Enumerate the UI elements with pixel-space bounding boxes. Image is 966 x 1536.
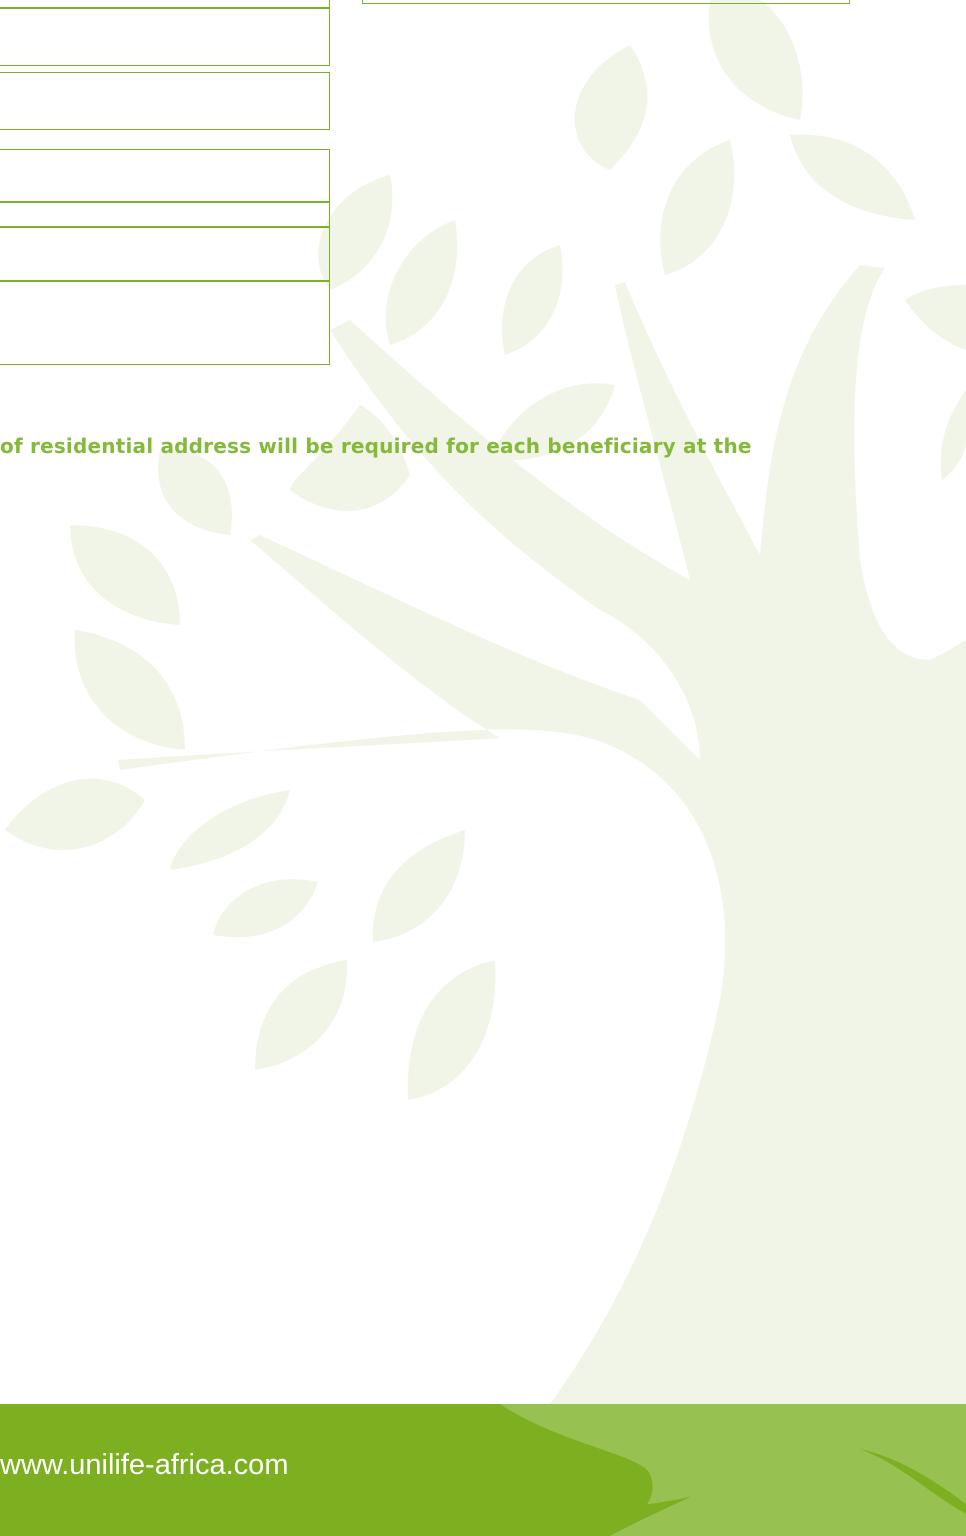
leaf bbox=[407, 960, 496, 1100]
leaf bbox=[708, 0, 803, 120]
form-field[interactable] bbox=[0, 0, 330, 8]
leaf bbox=[905, 285, 966, 350]
leaf bbox=[574, 45, 648, 170]
leaf bbox=[158, 449, 232, 535]
form-field[interactable] bbox=[0, 201, 330, 228]
leaf bbox=[74, 630, 185, 750]
form-field[interactable] bbox=[0, 72, 330, 130]
leaf bbox=[255, 960, 348, 1070]
leaf bbox=[213, 879, 318, 938]
leaf bbox=[502, 245, 563, 355]
leaf bbox=[5, 778, 145, 851]
website-url[interactable]: www.unilife-africa.com bbox=[0, 1449, 288, 1482]
leaf bbox=[385, 220, 458, 345]
form-field[interactable] bbox=[0, 280, 330, 365]
leaf bbox=[70, 525, 180, 625]
leaf bbox=[660, 140, 735, 275]
leaf bbox=[170, 790, 290, 870]
footer-bar: www.unilife-africa.com bbox=[0, 1404, 966, 1536]
leaf bbox=[790, 134, 915, 220]
form-field[interactable] bbox=[0, 149, 330, 203]
leaf bbox=[372, 830, 465, 942]
beneficiary-address-note: of residential address will be required … bbox=[0, 434, 752, 458]
form-field[interactable] bbox=[0, 8, 330, 66]
form-field[interactable] bbox=[0, 226, 330, 282]
form-field[interactable] bbox=[362, 0, 850, 4]
